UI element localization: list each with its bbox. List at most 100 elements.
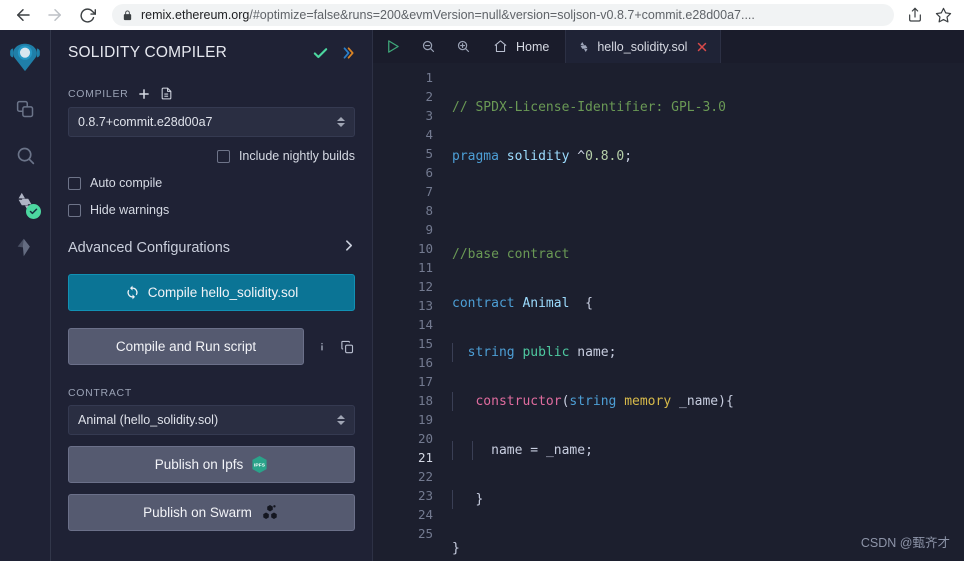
check-icon — [312, 45, 329, 62]
line-number-gutter[interactable]: 1 2 3 4 5 6 7 8 9 10 11 12 13 14 15 16 1… — [373, 63, 445, 561]
code-line[interactable]: //base contract — [445, 245, 964, 264]
forward-arrow-icon[interactable] — [40, 2, 70, 28]
publish-on-ipfs-button[interactable]: Publish on Ipfs IPFS — [68, 446, 355, 483]
info-icon[interactable] — [315, 339, 329, 355]
hide-warnings-row[interactable]: Hide warnings — [68, 203, 355, 217]
compile-and-run-label: Compile and Run script — [115, 339, 257, 354]
advanced-configurations-label: Advanced Configurations — [68, 239, 231, 256]
code-line[interactable] — [445, 196, 964, 215]
lock-icon — [123, 9, 132, 20]
compile-and-run-row: Compile and Run script — [68, 328, 355, 365]
remix-ide: SOLIDITY COMPILER COMPILER 0.8.7+commit.… — [0, 30, 964, 561]
ipfs-icon: IPFS — [251, 455, 268, 474]
double-chevron-right-icon[interactable] — [341, 46, 355, 60]
compiler-version-select[interactable]: 0.8.7+commit.e28d00a7 — [68, 107, 355, 137]
line-number: 25 — [417, 526, 433, 541]
compiler-section-header: COMPILER — [68, 86, 355, 101]
chevron-right-icon — [342, 239, 355, 256]
auto-compile-label: Auto compile — [90, 176, 163, 190]
line-number: 20 — [417, 431, 433, 446]
code-line[interactable]: string public name; — [445, 343, 964, 362]
document-icon[interactable] — [160, 86, 173, 101]
zoom-out-icon[interactable] — [411, 30, 446, 63]
code-line[interactable]: // SPDX-License-Identifier: GPL-3.0 — [445, 98, 964, 117]
line-number: 1 — [425, 70, 433, 85]
zoom-in-icon[interactable] — [446, 30, 481, 63]
compiler-label: COMPILER — [68, 87, 129, 100]
include-nightly-builds-row[interactable]: Include nightly builds — [68, 149, 355, 163]
home-icon — [493, 39, 508, 54]
line-number: 10 — [417, 241, 433, 256]
line-number: 2 — [425, 89, 433, 104]
back-arrow-icon[interactable] — [8, 2, 38, 28]
code-editor[interactable]: 1 2 3 4 5 6 7 8 9 10 11 12 13 14 15 16 1… — [373, 63, 964, 561]
line-number: 15 — [417, 336, 433, 351]
close-icon[interactable] — [696, 41, 708, 53]
chevron-updown-icon — [337, 117, 345, 127]
address-bar[interactable]: remix.ethereum.org/#optimize=false&runs=… — [112, 4, 894, 26]
solidity-compiler-panel: SOLIDITY COMPILER COMPILER 0.8.7+commit.… — [51, 30, 373, 561]
sidebar-item-search[interactable] — [3, 136, 47, 180]
compile-button-label: Compile hello_solidity.sol — [147, 285, 299, 300]
remix-logo-icon[interactable] — [3, 36, 47, 80]
compile-and-run-script-button[interactable]: Compile and Run script — [68, 328, 304, 365]
line-number: 9 — [425, 222, 433, 237]
tab-home[interactable]: Home — [481, 30, 565, 63]
code-line[interactable]: contract Animal { — [445, 294, 964, 313]
chevron-updown-icon — [337, 415, 345, 425]
deploy-run-icon — [15, 237, 36, 263]
auto-compile-row[interactable]: Auto compile — [68, 176, 355, 190]
panel-header: SOLIDITY COMPILER — [68, 30, 355, 68]
line-number: 23 — [417, 488, 433, 503]
publish-on-swarm-label: Publish on Swarm — [143, 505, 252, 520]
sidebar-item-solidity-compiler[interactable] — [3, 182, 47, 226]
solidity-icon — [578, 40, 590, 54]
line-number: 3 — [425, 108, 433, 123]
advanced-configurations-toggle[interactable]: Advanced Configurations — [68, 239, 355, 256]
tab-hello-solidity[interactable]: hello_solidity.sol — [565, 30, 722, 63]
refresh-icon — [125, 285, 140, 300]
reload-icon[interactable] — [72, 2, 102, 28]
tab-hello-solidity-label: hello_solidity.sol — [597, 39, 688, 54]
code-line[interactable]: } — [445, 490, 964, 509]
line-number: 11 — [417, 260, 433, 275]
code-line[interactable]: constructor(string memory _name){ — [445, 392, 964, 411]
code-line[interactable]: pragma solidity ^0.8.0; — [445, 147, 964, 166]
copy-icon[interactable] — [340, 339, 355, 355]
sidebar-item-file-explorers[interactable] — [3, 90, 47, 134]
publish-on-swarm-button[interactable]: Publish on Swarm — [68, 494, 355, 531]
line-number: 12 — [417, 279, 433, 294]
line-number: 18 — [417, 393, 433, 408]
search-icon — [15, 145, 36, 171]
line-number: 24 — [417, 507, 433, 522]
watermark: CSDN @甄齐才 — [860, 536, 950, 550]
code-line[interactable]: name = _name; — [445, 441, 964, 460]
line-number: 6 — [425, 165, 433, 180]
auto-compile-checkbox[interactable] — [68, 176, 81, 190]
contract-select[interactable]: Animal (hello_solidity.sol) — [68, 405, 355, 435]
hide-warnings-label: Hide warnings — [90, 203, 170, 217]
include-nightly-builds-label: Include nightly builds — [238, 149, 355, 163]
line-number: 7 — [425, 184, 433, 199]
page-title: SOLIDITY COMPILER — [68, 44, 228, 61]
star-icon[interactable] — [930, 2, 956, 28]
line-number: 13 — [417, 298, 433, 313]
line-number: 4 — [425, 127, 433, 142]
share-icon[interactable] — [902, 2, 928, 28]
compiler-version-value: 0.8.7+commit.e28d00a7 — [78, 115, 213, 129]
sidebar-item-deploy-run[interactable] — [3, 228, 47, 272]
tab-home-label: Home — [516, 39, 550, 54]
plus-icon[interactable] — [137, 87, 151, 101]
run-script-icon[interactable] — [373, 30, 411, 63]
icon-rail — [0, 30, 51, 561]
line-number: 19 — [417, 412, 433, 427]
compile-button[interactable]: Compile hello_solidity.sol — [68, 274, 355, 311]
hide-warnings-checkbox[interactable] — [68, 203, 81, 217]
code-content[interactable]: // SPDX-License-Identifier: GPL-3.0 prag… — [445, 63, 964, 561]
line-number: 8 — [425, 203, 433, 218]
file-explorers-icon — [15, 99, 36, 125]
include-nightly-builds-checkbox[interactable] — [216, 149, 230, 163]
line-number: 14 — [417, 317, 433, 332]
contract-label: CONTRACT — [68, 387, 132, 399]
url-text: remix.ethereum.org/#optimize=false&runs=… — [141, 8, 755, 22]
